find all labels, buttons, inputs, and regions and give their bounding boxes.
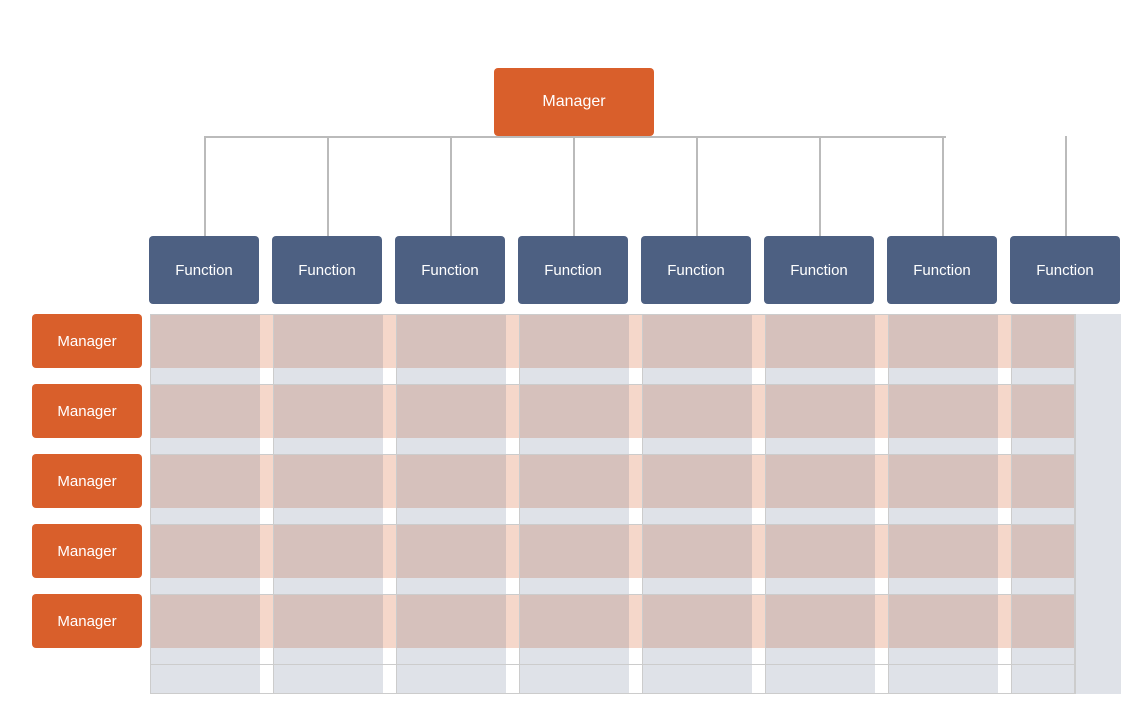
function-label-3: Function bbox=[421, 262, 479, 279]
v-band-7 bbox=[888, 314, 998, 694]
function-label-1: Function bbox=[175, 262, 233, 279]
function-label-6: Function bbox=[790, 262, 848, 279]
diagram-container: Manager Function Function Function Funct… bbox=[0, 0, 1148, 724]
v-band-3 bbox=[396, 314, 506, 694]
drop-line-6 bbox=[819, 136, 821, 236]
grid-vline-7 bbox=[1011, 314, 1012, 694]
v-band-6 bbox=[765, 314, 875, 694]
function-label-4: Function bbox=[544, 262, 602, 279]
drop-line-1 bbox=[204, 136, 206, 236]
grid-vline-5 bbox=[765, 314, 766, 694]
manager-left-label-2: Manager bbox=[57, 403, 116, 420]
function-label-5: Function bbox=[667, 262, 725, 279]
grid-hline-1 bbox=[150, 384, 1075, 385]
manager-top-box: Manager bbox=[494, 68, 654, 136]
grid-hline-4 bbox=[150, 594, 1075, 595]
manager-top-label: Manager bbox=[542, 93, 605, 111]
manager-left-5: Manager bbox=[32, 594, 142, 648]
function-box-8: Function bbox=[1010, 236, 1120, 304]
function-label-7: Function bbox=[913, 262, 971, 279]
v-band-8 bbox=[1011, 314, 1121, 694]
function-box-4: Function bbox=[518, 236, 628, 304]
v-band-1 bbox=[150, 314, 260, 694]
manager-left-label-4: Manager bbox=[57, 543, 116, 560]
drop-line-7 bbox=[942, 136, 944, 236]
drop-line-3 bbox=[450, 136, 452, 236]
v-band-2 bbox=[273, 314, 383, 694]
grid-hline-3 bbox=[150, 524, 1075, 525]
function-label-8: Function bbox=[1036, 262, 1094, 279]
function-box-1: Function bbox=[149, 236, 259, 304]
function-box-6: Function bbox=[764, 236, 874, 304]
function-box-5: Function bbox=[641, 236, 751, 304]
grid-vline-4 bbox=[642, 314, 643, 694]
function-box-7: Function bbox=[887, 236, 997, 304]
grid-vline-8 bbox=[1075, 314, 1076, 694]
manager-left-3: Manager bbox=[32, 454, 142, 508]
drop-line-8 bbox=[1065, 136, 1067, 236]
drop-line-5 bbox=[696, 136, 698, 236]
v-band-4 bbox=[519, 314, 629, 694]
drop-line-4 bbox=[573, 136, 575, 236]
top-horizontal-line bbox=[204, 136, 946, 138]
grid-area bbox=[150, 314, 1075, 694]
grid-vline-3 bbox=[519, 314, 520, 694]
drop-line-2 bbox=[327, 136, 329, 236]
grid-hline-0 bbox=[150, 314, 1075, 315]
manager-left-label-1: Manager bbox=[57, 333, 116, 350]
function-box-3: Function bbox=[395, 236, 505, 304]
manager-left-1: Manager bbox=[32, 314, 142, 368]
manager-left-label-5: Manager bbox=[57, 613, 116, 630]
v-band-5 bbox=[642, 314, 752, 694]
grid-vline-0 bbox=[150, 314, 151, 694]
manager-left-4: Manager bbox=[32, 524, 142, 578]
function-box-2: Function bbox=[272, 236, 382, 304]
grid-vline-2 bbox=[396, 314, 397, 694]
grid-vline-1 bbox=[273, 314, 274, 694]
manager-left-label-3: Manager bbox=[57, 473, 116, 490]
grid-hline-2 bbox=[150, 454, 1075, 455]
function-label-2: Function bbox=[298, 262, 356, 279]
grid-vline-6 bbox=[888, 314, 889, 694]
grid-hline-5 bbox=[150, 664, 1075, 665]
manager-left-2: Manager bbox=[32, 384, 142, 438]
